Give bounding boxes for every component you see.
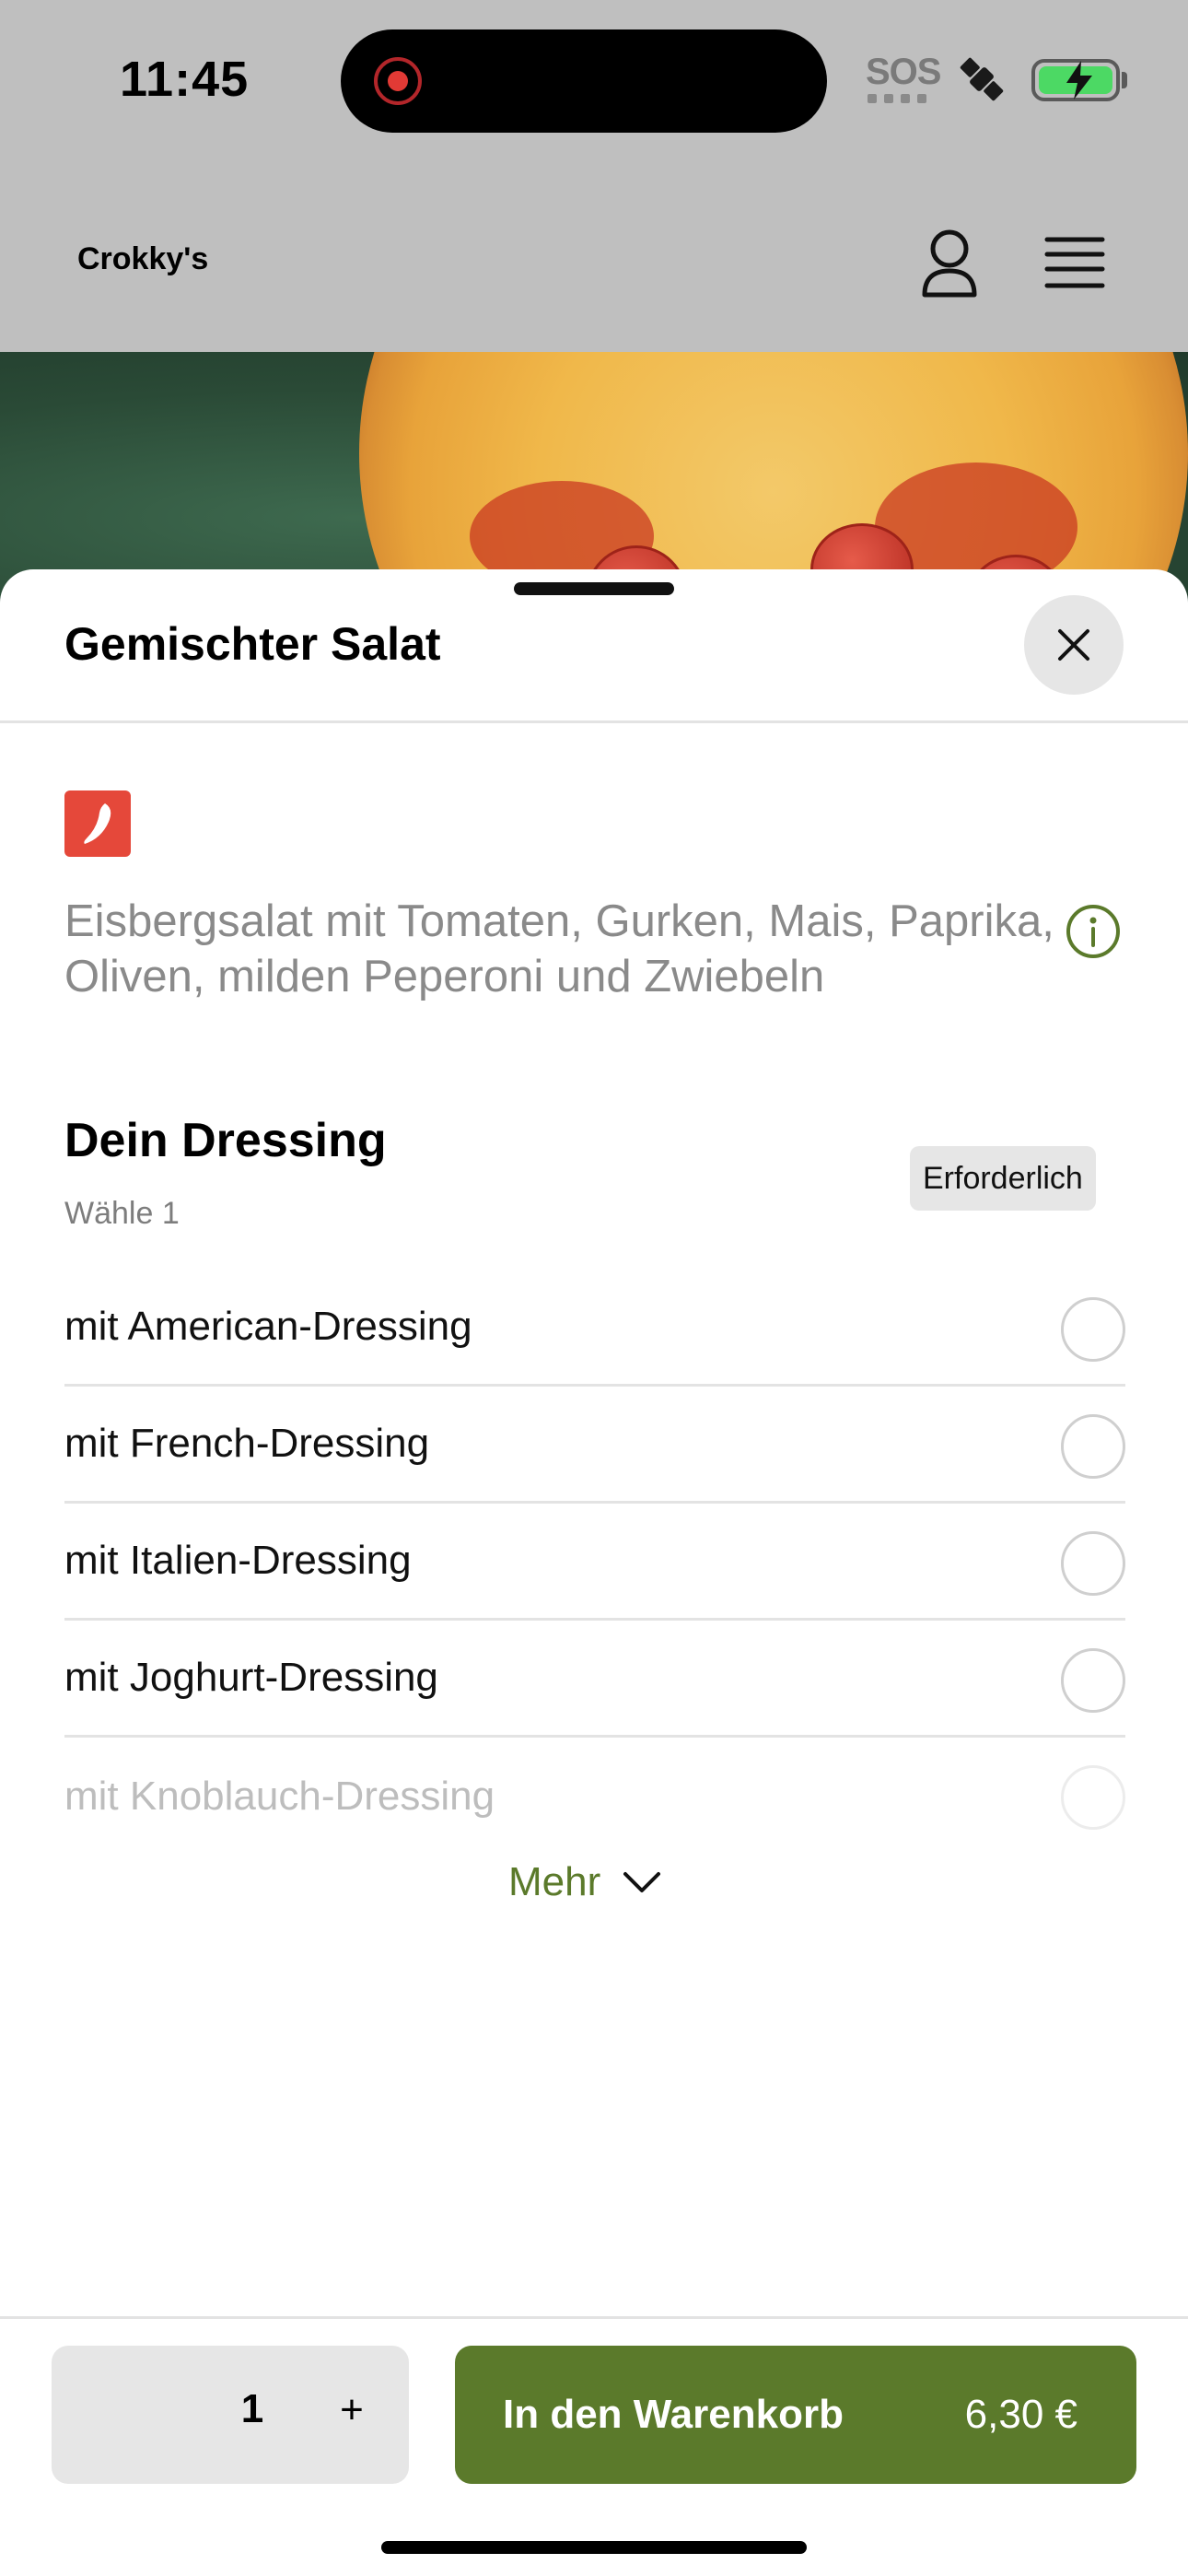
show-more-label: Mehr — [508, 1859, 601, 1904]
satellite-icon — [960, 57, 1004, 101]
option-label: mit Knoblauch-Dressing — [64, 1773, 495, 1819]
radio-button[interactable] — [1061, 1648, 1125, 1713]
menu-icon[interactable] — [1044, 234, 1105, 291]
close-button[interactable] — [1024, 595, 1124, 695]
option-label: mit Italien-Dressing — [64, 1538, 412, 1583]
option-label: mit American-Dressing — [64, 1304, 472, 1349]
dressing-option-french[interactable]: mit French-Dressing — [64, 1387, 1125, 1504]
product-title: Gemischter Salat — [64, 618, 441, 670]
sos-dots — [868, 94, 932, 103]
option-label: mit French-Dressing — [64, 1421, 430, 1466]
header-divider — [0, 720, 1188, 723]
radio-button[interactable] — [1061, 1414, 1125, 1479]
dressing-section-subtitle: Wähle 1 — [64, 1196, 180, 1231]
product-description: Eisbergsalat mit Tomaten, Gurken, Mais, … — [64, 896, 1054, 1001]
dynamic-island — [341, 29, 827, 133]
product-sheet: Gemischter Salat Eisbergsalat mit Tomate… — [0, 569, 1188, 2576]
status-time: 11:45 — [120, 52, 250, 107]
close-icon — [1058, 629, 1089, 661]
quantity-value: 1 — [240, 2386, 264, 2431]
dressing-options: mit American-Dressing mit French-Dressin… — [64, 1270, 1125, 1855]
option-label: mit Joghurt-Dressing — [64, 1655, 438, 1700]
increment-button[interactable]: + — [324, 2383, 379, 2438]
battery-tip — [1122, 72, 1127, 88]
home-indicator[interactable] — [381, 2541, 807, 2554]
sheet-grabber[interactable] — [514, 582, 674, 595]
quantity-stepper[interactable]: 1 + — [52, 2346, 409, 2484]
dressing-option-italien[interactable]: mit Italien-Dressing — [64, 1504, 1125, 1621]
required-badge: Erforderlich — [910, 1146, 1096, 1211]
profile-icon[interactable] — [917, 227, 982, 300]
radio-button[interactable] — [1061, 1531, 1125, 1596]
info-icon[interactable] — [1065, 903, 1122, 960]
status-bar: 11:45 SOS — [0, 0, 1188, 157]
radio-button[interactable] — [1061, 1297, 1125, 1362]
battery-charging-icon — [1031, 59, 1120, 101]
brand-name[interactable]: Crokky's — [77, 241, 208, 277]
price-label: 6,30 € — [964, 2392, 1077, 2437]
app-header: Crokky's — [0, 193, 1188, 350]
sos-indicator: SOS — [866, 52, 941, 92]
dressing-option-american[interactable]: mit American-Dressing — [64, 1270, 1125, 1387]
add-to-cart-button[interactable]: In den Warenkorb 6,30 € — [455, 2346, 1136, 2484]
add-to-cart-label: In den Warenkorb — [503, 2392, 844, 2437]
chevron-down-icon — [623, 1872, 661, 1892]
dressing-option-knoblauch[interactable]: mit Knoblauch-Dressing — [64, 1738, 1125, 1855]
chili-icon — [64, 790, 131, 857]
show-more-button[interactable]: Mehr — [508, 1859, 661, 1905]
screen-recording-icon — [374, 57, 422, 105]
radio-button[interactable] — [1061, 1765, 1125, 1830]
dressing-section-title: Dein Dressing — [64, 1114, 387, 1167]
footer-divider — [0, 2316, 1188, 2319]
dressing-option-joghurt[interactable]: mit Joghurt-Dressing — [64, 1621, 1125, 1738]
background-app: 11:45 SOS Crokky's — [0, 0, 1188, 645]
